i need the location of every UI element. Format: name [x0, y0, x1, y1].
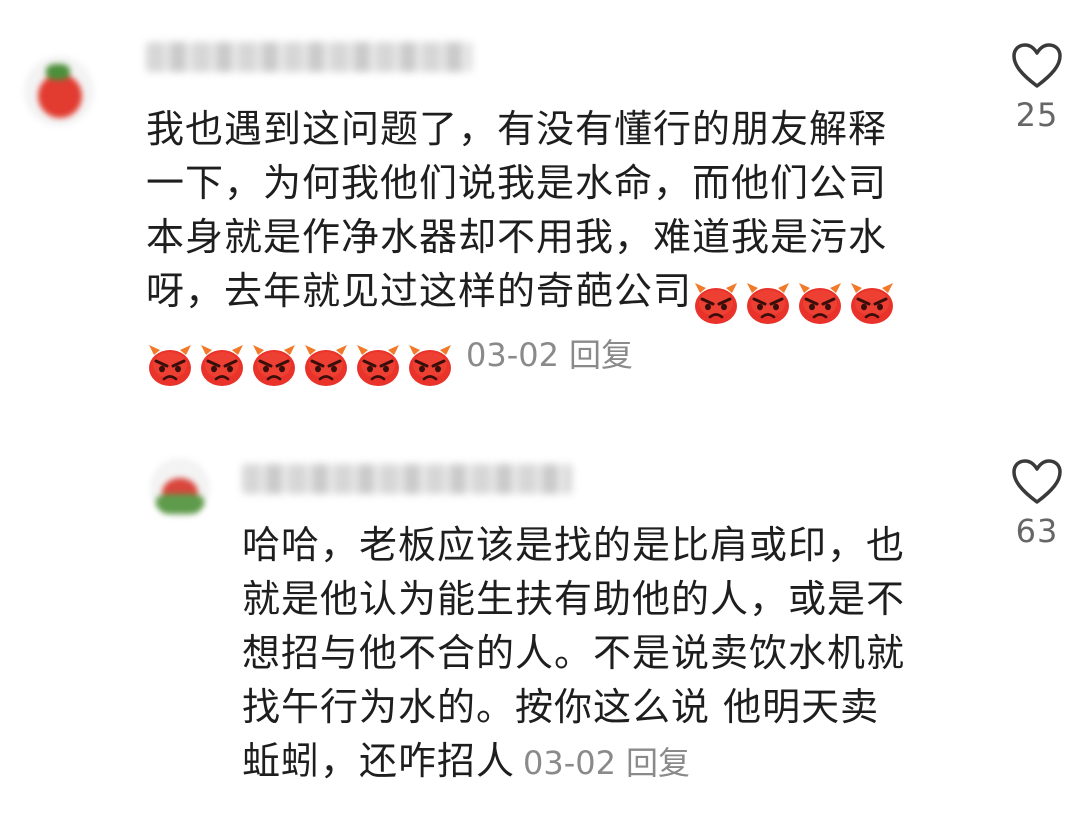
comment-text: 哈哈，老板应该是找的是比肩或印，也 就是他认为能生扶有助他的人，或是不 想招与他…: [242, 518, 905, 790]
username-blurred[interactable]: [146, 42, 472, 72]
comment-line: 我也遇到这问题了，有没有懂行的朋友解释: [146, 107, 888, 151]
comment-date: 03-02: [523, 744, 616, 782]
comment-date: 03-02: [466, 336, 559, 374]
heart-outline-icon: [1012, 459, 1062, 504]
like-count: 25: [1015, 96, 1059, 134]
comment-line: 一下，为何我他们说我是水命，而他们公司: [146, 161, 888, 205]
angry-devil-emoji: [692, 279, 740, 325]
angry-devil-emoji: [406, 341, 454, 387]
comment-line: 本身就是作净水器却不用我，难道我是污水: [146, 215, 888, 259]
like-button[interactable]: 63: [1002, 458, 1072, 550]
emoji-group: [692, 272, 900, 326]
angry-devil-emoji: [796, 279, 844, 325]
comment-text: 我也遇到这问题了，有没有懂行的朋友解释 一下，为何我他们说我是水命，而他们公司 …: [146, 102, 900, 388]
angry-devil-emoji: [198, 341, 246, 387]
username-blurred[interactable]: [242, 464, 572, 494]
avatar[interactable]: [24, 56, 94, 126]
comment-line: 想招与他不合的人。不是说卖饮水机就: [242, 631, 906, 675]
comment-meta: 03-02 回复: [466, 336, 633, 374]
heart-outline-icon: [1012, 43, 1062, 88]
reply-button[interactable]: 回复: [626, 744, 690, 782]
comment-line: 蚯蚓，还咋招人: [242, 739, 516, 783]
comment-line: 就是他认为能生扶有助他的人，或是不: [242, 577, 906, 621]
like-count: 63: [1015, 512, 1059, 550]
avatar[interactable]: [150, 458, 210, 518]
emoji-group: [146, 334, 458, 388]
comment-line: 哈哈，老板应该是找的是比肩或印，也: [242, 523, 906, 567]
reply-button[interactable]: 回复: [569, 336, 633, 374]
angry-devil-emoji: [146, 341, 194, 387]
like-button[interactable]: 25: [1002, 42, 1072, 134]
angry-devil-emoji: [302, 341, 350, 387]
comment-line: 找午行为水的。按你这么说 他明天卖: [242, 685, 880, 729]
angry-devil-emoji: [250, 341, 298, 387]
angry-devil-emoji: [354, 341, 402, 387]
comment-meta: 03-02 回复: [523, 744, 690, 782]
comment-line: 呀，去年就见过这样的奇葩公司: [146, 269, 693, 313]
angry-devil-emoji: [744, 279, 792, 325]
angry-devil-emoji: [848, 279, 896, 325]
